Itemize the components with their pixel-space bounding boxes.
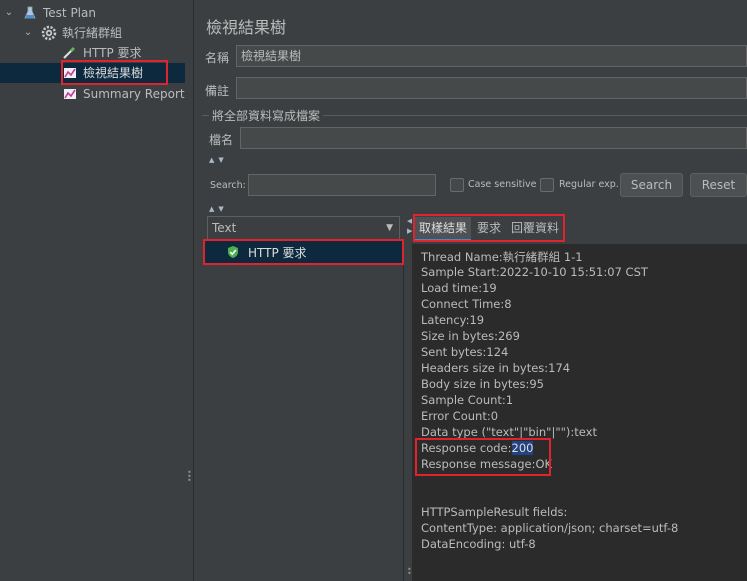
result-line: Latency:19 <box>421 313 485 327</box>
case-sensitive-label: Case sensitive <box>468 179 537 190</box>
search-label: Search: <box>210 180 246 191</box>
chevron-down-icon[interactable]: ⌄ <box>3 3 15 23</box>
tree-item-label: Test Plan <box>43 6 96 20</box>
chart-icon <box>64 68 76 78</box>
collapse-arrows-icon[interactable]: ▲▼ <box>209 156 228 164</box>
chart-icon <box>64 89 76 99</box>
tree-item-label: 檢視結果樹 <box>83 66 144 80</box>
search-input[interactable] <box>248 174 436 196</box>
success-shield-icon <box>228 246 238 258</box>
fields-header: HTTPSampleResult fields: <box>421 505 568 519</box>
regex-checkbox[interactable] <box>540 178 554 192</box>
gear-icon <box>41 25 57 41</box>
result-line: Sample Start:2022-10-10 15:51:07 CST <box>421 265 648 279</box>
result-line: Headers size in bytes:174 <box>421 361 571 375</box>
renderer-select[interactable]: Text ▼ <box>207 216 400 240</box>
sampler-result-text: Thread Name:執行緒群組 1-1 Sample Start:2022-… <box>412 244 747 581</box>
comment-label: 備註 <box>205 84 230 98</box>
write-file-section-title: 將全部資料寫成檔案 <box>209 107 324 124</box>
page-title: 檢視結果樹 <box>206 18 287 37</box>
drag-handle-icon: • • • <box>187 468 192 485</box>
pipette-icon <box>63 46 76 59</box>
drag-handle-icon: • • <box>407 565 412 578</box>
result-line: Size in bytes:269 <box>421 329 520 343</box>
tab-response-data[interactable]: 回覆資料 <box>508 217 562 241</box>
regex-label: Regular exp. <box>559 179 619 190</box>
dropdown-arrow-icon: ▼ <box>386 223 393 233</box>
tree-item-label: HTTP 要求 <box>83 46 142 60</box>
result-line: Sample Count:1 <box>421 393 514 407</box>
content-type-line: ContentType: application/json; charset=u… <box>421 521 679 535</box>
tab-request[interactable]: 要求 <box>474 217 504 241</box>
tree-item-label: Summary Report <box>83 87 185 101</box>
sample-row-http-request[interactable]: HTTP 要求 <box>205 241 402 263</box>
splitter-handle[interactable]: • • • <box>185 0 194 581</box>
filename-label: 檔名 <box>209 133 234 147</box>
tree-item-thread-group[interactable]: ⌄ 執行緒群組 <box>0 23 185 43</box>
tree-item-http-request[interactable]: HTTP 要求 <box>0 43 185 63</box>
result-line: Connect Time:8 <box>421 297 512 311</box>
renderer-select-value: Text <box>212 221 237 235</box>
result-line: Sent bytes:124 <box>421 345 509 359</box>
response-code-label: Response code: <box>421 441 512 455</box>
search-button[interactable]: Search <box>620 173 683 197</box>
response-code-line: Response code:200 <box>421 441 534 455</box>
result-line: Body size in bytes:95 <box>421 377 544 391</box>
test-plan-tree: ⌄ Test Plan ⌄ 執行緒群組 HTTP 要求 檢視結果樹 Summar… <box>0 0 185 581</box>
result-line: Data type ("text"|"bin"|""):text <box>421 425 597 439</box>
reset-button[interactable]: Reset <box>690 173 747 197</box>
result-tabs: 取樣結果 要求 回覆資料 <box>412 214 747 244</box>
name-field[interactable]: 檢視結果樹 <box>236 45 747 67</box>
tab-sampler-result[interactable]: 取樣結果 <box>415 217 471 241</box>
filename-field[interactable] <box>240 127 747 149</box>
chevron-down-icon[interactable]: ⌄ <box>22 23 34 43</box>
tree-item-label: 執行緒群組 <box>62 26 123 40</box>
sample-label: HTTP 要求 <box>248 246 307 260</box>
sample-result-tree <box>202 240 404 581</box>
comment-field[interactable] <box>236 77 747 99</box>
tree-item-summary-report[interactable]: Summary Report <box>0 84 185 104</box>
name-label: 名稱 <box>205 51 230 65</box>
case-sensitive-checkbox[interactable] <box>450 178 464 192</box>
tree-item-view-results-tree[interactable]: 檢視結果樹 <box>0 63 185 83</box>
result-line: Load time:19 <box>421 281 497 295</box>
collapse-arrows-icon[interactable]: ▲▼ <box>209 205 228 213</box>
result-line: Error Count:0 <box>421 409 499 423</box>
data-encoding-line: DataEncoding: utf-8 <box>421 537 536 551</box>
tree-item-test-plan[interactable]: ⌄ Test Plan <box>0 3 185 23</box>
response-code-value: 200 <box>511 441 534 455</box>
response-message-line: Response message:OK <box>421 457 553 471</box>
result-line: Thread Name:執行緒群組 1-1 <box>421 250 583 264</box>
flask-icon <box>24 6 36 19</box>
